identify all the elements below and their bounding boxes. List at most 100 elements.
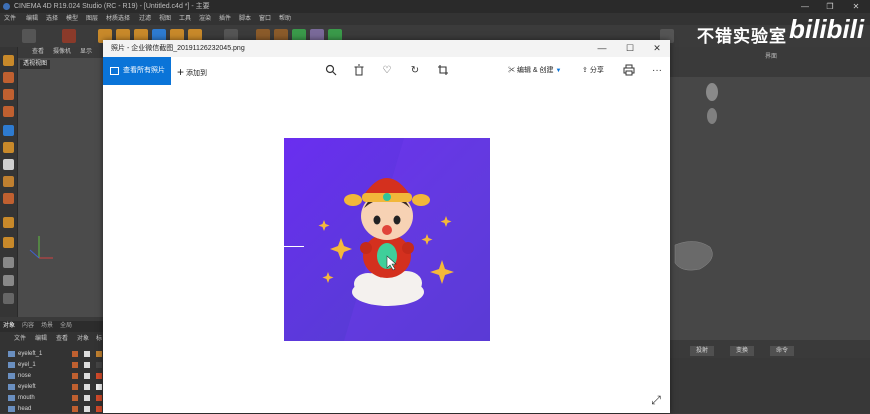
menu-layer[interactable]: 图层 [86, 13, 98, 25]
menu-view[interactable]: 视图 [159, 13, 171, 25]
tab-command[interactable]: 命令 [770, 346, 795, 356]
minimize-icon[interactable]: — [792, 0, 818, 13]
tool-layer-icon[interactable] [3, 176, 14, 187]
om-row[interactable]: eyeleft_1 [0, 349, 104, 359]
menu-render[interactable]: 渲染 [199, 13, 211, 25]
menu-filter[interactable]: 过滤 [139, 13, 151, 25]
tag-icon [84, 362, 90, 368]
heart-icon[interactable]: ♡ [380, 64, 394, 78]
viewport[interactable] [18, 47, 104, 317]
rotate-icon[interactable]: ↻ [408, 64, 422, 78]
om-row[interactable]: nose [0, 371, 104, 381]
tool-snap-icon[interactable] [3, 217, 14, 228]
om-row[interactable]: mouth [0, 393, 104, 403]
maximize-icon[interactable]: ❐ [817, 0, 843, 13]
tool-texture-icon[interactable] [3, 142, 14, 153]
menu-script[interactable]: 脚本 [239, 13, 251, 25]
om-menu-view[interactable]: 查看 [56, 334, 68, 344]
menu-window[interactable]: 窗口 [259, 13, 271, 25]
om-tab-objects[interactable]: 对象 [3, 321, 15, 332]
om-menu-tag[interactable]: 标 [96, 334, 102, 344]
right-attributes-panel [670, 358, 870, 413]
tool-move-icon[interactable] [3, 55, 14, 66]
menu-select[interactable]: 选择 [46, 13, 58, 25]
select-tool-icon[interactable] [62, 29, 76, 43]
tag-icon [72, 373, 78, 379]
om-tab-content[interactable]: 内容 [22, 321, 34, 332]
crop-icon[interactable] [436, 64, 450, 78]
material-tag-icon [96, 406, 102, 412]
right-top-label: 界面 [765, 54, 778, 60]
more-icon[interactable]: ··· [650, 64, 664, 78]
tool-star-icon[interactable] [3, 237, 14, 248]
photos-title-bar: 照片 - 企业微信截图_20191126232045.png — ☐ ✕ [103, 40, 670, 57]
menu-material-select[interactable]: 材质选择 [106, 13, 130, 25]
menu-model[interactable]: 模型 [66, 13, 78, 25]
object-name: nose [18, 373, 32, 379]
axis-gizmo-icon [24, 230, 54, 260]
om-tab-scene[interactable]: 场景 [41, 321, 53, 332]
viewport-menu: 查看 摄像机 显示 [18, 47, 104, 58]
om-menu-object[interactable]: 对象 [77, 334, 89, 344]
tool-magnet-icon[interactable] [3, 275, 14, 286]
photos-minimize-icon[interactable]: — [589, 40, 615, 57]
print-icon[interactable] [622, 64, 636, 78]
tool-brush-icon[interactable] [3, 125, 14, 136]
menu-edit[interactable]: 编辑 [26, 13, 38, 25]
tag-icon [84, 384, 90, 390]
tab-project[interactable]: 投射 [690, 346, 715, 356]
c4d-window-title: CINEMA 4D R19.024 Studio (RC - R19) - [U… [14, 3, 210, 10]
left-toolbar [0, 47, 18, 317]
c4d-title-bar: CINEMA 4D R19.024 Studio (RC - R19) - [U… [0, 0, 870, 13]
zoom-icon[interactable] [324, 64, 338, 78]
om-row[interactable]: eyeleft [0, 382, 104, 392]
plus-icon: + [177, 65, 185, 79]
tool-polygons-icon[interactable] [3, 106, 14, 117]
material-tag-icon [96, 351, 102, 357]
material-tag-icon [96, 384, 102, 390]
tool-eraser-icon[interactable] [3, 159, 14, 170]
watermark-text: 不错实验室 [697, 27, 787, 46]
menu-tools[interactable]: 工具 [179, 13, 191, 25]
c4d-logo-icon [3, 3, 10, 10]
viewport-menu-camera[interactable]: 摄像机 [53, 47, 71, 58]
viewport-menu-view[interactable]: 查看 [32, 47, 44, 58]
bilibili-logo: bilibili [789, 14, 865, 44]
add-to-button[interactable]: + 添加到 [177, 57, 207, 85]
view-all-photos-button[interactable]: 查看所有照片 [103, 57, 171, 85]
om-menu-file[interactable]: 文件 [14, 334, 26, 344]
om-menu-edit[interactable]: 编辑 [35, 334, 47, 344]
object-name: eyeleft [18, 384, 36, 390]
tool-drop-icon[interactable] [3, 193, 14, 204]
tool-points-icon[interactable] [3, 72, 14, 83]
edit-create-button[interactable]: ✂ 编辑 & 创建 ▼ [508, 57, 561, 85]
tab-transform[interactable]: 变换 [730, 346, 755, 356]
object-icon [8, 384, 15, 390]
tool-knife-icon[interactable] [3, 257, 14, 268]
menu-file[interactable]: 文件 [4, 13, 16, 25]
edit-create-label: 编辑 & 创建 [516, 67, 554, 74]
tag-icon [72, 362, 78, 368]
view-all-photos-label: 查看所有照片 [123, 67, 165, 74]
tag-icon [72, 384, 78, 390]
expand-icon[interactable]: ⤢ [649, 393, 663, 407]
menu-plugins[interactable]: 插件 [219, 13, 231, 25]
close-icon[interactable]: ✕ [843, 0, 869, 13]
model-preview [674, 83, 718, 271]
tool-grid-icon[interactable] [3, 293, 14, 304]
photos-close-icon[interactable]: ✕ [644, 40, 670, 57]
object-name: mouth [18, 395, 35, 401]
om-row[interactable]: eyel_1 [0, 360, 104, 370]
share-button[interactable]: ⇪ 分享 [582, 57, 604, 85]
tag-icon [72, 395, 78, 401]
viewport-menu-display[interactable]: 显示 [80, 47, 92, 58]
om-tab-global[interactable]: 全局 [60, 321, 72, 332]
trash-icon[interactable] [352, 64, 366, 78]
tool-edges-icon[interactable] [3, 89, 14, 100]
photos-maximize-icon[interactable]: ☐ [617, 40, 643, 57]
object-name: eyel_1 [18, 362, 36, 368]
viewport-label: 透视视图 [20, 60, 51, 69]
menu-help[interactable]: 帮助 [279, 13, 291, 25]
object-icon [8, 406, 15, 412]
undo-icon[interactable] [22, 29, 36, 43]
